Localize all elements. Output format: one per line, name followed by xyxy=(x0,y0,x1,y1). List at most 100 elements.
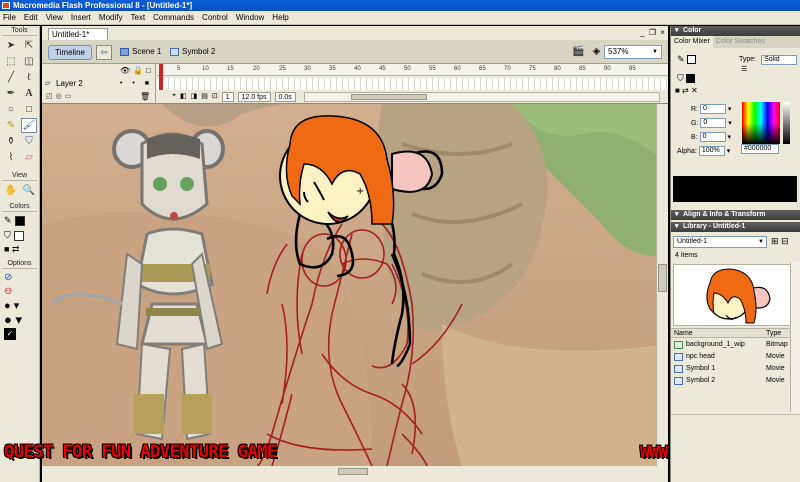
stage-vscroll-thumb[interactable] xyxy=(658,264,667,292)
library-item[interactable]: Symbol 2 Movie xyxy=(671,375,795,387)
library-scrollbar[interactable] xyxy=(790,262,800,412)
zoom-select[interactable]: 537% ▼ xyxy=(604,45,662,59)
brightness-slider[interactable] xyxy=(783,102,790,144)
library-item[interactable]: background_1_wip Bitmap xyxy=(671,339,795,351)
selection-tool-icon[interactable]: ➤ xyxy=(3,38,19,53)
library-document-select[interactable]: Untitled-1 ▼ xyxy=(673,236,767,248)
snap-icon[interactable]: ⊘ xyxy=(4,271,35,285)
document-tab[interactable]: Untitled-1* xyxy=(48,28,108,40)
fill-color-swatch[interactable] xyxy=(13,230,24,241)
lock-fill-icon[interactable]: ✓ xyxy=(4,328,16,340)
timeline-scroll-thumb[interactable] xyxy=(351,94,427,100)
breadcrumb-scene[interactable]: Scene 1 xyxy=(120,47,161,56)
tab-color-mixer[interactable]: Color Mixer xyxy=(671,36,713,48)
frame-cells[interactable] xyxy=(157,78,668,90)
menu-edit[interactable]: Edit xyxy=(20,11,42,25)
restore-doc-icon[interactable]: ❐ xyxy=(648,29,657,38)
menu-commands[interactable]: Commands xyxy=(149,11,198,25)
hex-field[interactable]: #000000 xyxy=(741,144,779,154)
oval-tool-icon[interactable]: ○ xyxy=(3,102,19,117)
mixer-small-icons[interactable]: ■ ⇄ ✕ xyxy=(675,86,698,95)
color-spectrum[interactable] xyxy=(742,102,780,144)
outline-icon[interactable]: □ xyxy=(146,66,154,75)
fill-transform-tool-icon[interactable]: ◫ xyxy=(21,54,37,69)
b-stepper-icon[interactable]: ▾ xyxy=(728,134,732,141)
brush-tool-icon[interactable]: 🖌 xyxy=(21,118,37,133)
ink-bottle-tool-icon[interactable]: ⚱ xyxy=(3,134,19,149)
stage-hscroll-thumb[interactable] xyxy=(338,468,368,475)
hand-tool-icon[interactable]: ✋ xyxy=(3,183,19,198)
stroke-color-swatch[interactable] xyxy=(14,215,25,226)
menu-window[interactable]: Window xyxy=(232,11,268,25)
b-field[interactable]: 0 xyxy=(699,132,726,142)
menu-file[interactable]: File xyxy=(0,11,20,25)
lasso-tool-icon[interactable]: ℓ xyxy=(21,70,37,85)
zoom-tool-icon[interactable]: 🔍 xyxy=(21,183,37,198)
add-layer-icon[interactable]: ◰ xyxy=(46,93,56,100)
pencil-tool-icon[interactable]: ✎ xyxy=(3,118,19,133)
g-field[interactable]: 0 xyxy=(700,118,727,128)
subselection-tool-icon[interactable]: ⇱ xyxy=(21,38,37,53)
breadcrumb-symbol[interactable]: Symbol 2 xyxy=(170,47,215,56)
library-item[interactable]: Symbol 1 Movie xyxy=(671,363,795,375)
layer-row[interactable]: ▱ Layer 2 • • ■ xyxy=(42,78,156,90)
close-doc-icon[interactable]: × xyxy=(658,29,667,38)
library-item[interactable]: npc head Movie xyxy=(671,351,795,363)
library-col-name[interactable]: Name xyxy=(674,329,693,339)
r-field[interactable]: 0 xyxy=(699,104,726,114)
edit-multiple-icon[interactable]: ▤ xyxy=(201,92,208,102)
stage-canvas[interactable]: + xyxy=(42,104,668,466)
center-frame-icon[interactable]: ⌖ xyxy=(172,92,176,102)
add-guide-icon[interactable]: ◎ xyxy=(56,93,65,100)
modify-markers-icon[interactable]: ⊡ xyxy=(212,92,218,102)
color-panel-header[interactable]: Color xyxy=(671,26,800,36)
menu-view[interactable]: View xyxy=(42,11,67,25)
stroke-pencil-icon[interactable]: ✎ xyxy=(677,54,697,65)
text-tool-icon[interactable]: A xyxy=(21,86,37,101)
delete-layer-icon[interactable]: 🗑 xyxy=(140,92,150,101)
back-arrow-icon[interactable]: ⇦ xyxy=(96,45,112,60)
menu-help[interactable]: Help xyxy=(268,11,292,25)
onion-skin-icon[interactable]: ◧ xyxy=(180,92,187,102)
lock-icon[interactable]: 🔒 xyxy=(133,66,146,75)
paint-bucket-tool-icon[interactable]: ⛉ xyxy=(21,134,37,149)
tab-color-swatches[interactable]: Color Swatches xyxy=(713,36,768,48)
stage-vertical-scrollbar[interactable] xyxy=(656,104,668,466)
eyedropper-tool-icon[interactable]: ⌇ xyxy=(3,150,19,165)
pen-tool-icon[interactable]: ✒ xyxy=(3,86,19,101)
pin-library-icon[interactable]: ⊞ ⊟ xyxy=(771,236,789,247)
alpha-stepper-icon[interactable]: ▾ xyxy=(727,148,731,155)
timeline-button[interactable]: Timeline xyxy=(48,45,92,60)
swap-colors-icon[interactable]: ■ ⇄ xyxy=(0,242,39,257)
free-transform-tool-icon[interactable]: ⬚ xyxy=(3,54,19,69)
panel-options-icon[interactable]: ☰ xyxy=(741,66,747,73)
type-select[interactable]: Solid xyxy=(761,55,798,65)
timeline-scrollbar[interactable] xyxy=(304,92,660,102)
minimize-doc-icon[interactable]: _ xyxy=(638,29,647,38)
eye-icon[interactable]: 👁 xyxy=(120,66,133,75)
onion-outline-icon[interactable]: ◨ xyxy=(191,92,198,102)
alpha-field[interactable]: 100% xyxy=(698,146,725,156)
library-col-type[interactable]: Type xyxy=(766,329,781,339)
brush-mode-select[interactable]: ● ▾ xyxy=(4,299,35,313)
align-panel-header[interactable]: Align & Info & Transform xyxy=(671,210,800,220)
menu-modify[interactable]: Modify xyxy=(95,11,127,25)
library-panel-header[interactable]: Library - Untitled-1 xyxy=(671,222,800,232)
g-stepper-icon[interactable]: ▾ xyxy=(728,120,732,127)
fill-bucket-icon[interactable]: ⛉ xyxy=(677,73,696,84)
smooth-icon[interactable]: ⊖ xyxy=(4,285,35,299)
edit-symbols-icon[interactable]: ◈ xyxy=(590,46,603,58)
menu-insert[interactable]: Insert xyxy=(67,11,95,25)
edit-scene-icon[interactable]: 🎬 xyxy=(572,46,585,58)
brush-size-select[interactable]: ● ▾ xyxy=(4,313,35,327)
eraser-tool-icon[interactable]: ▱ xyxy=(21,150,37,165)
playhead[interactable] xyxy=(159,64,163,90)
rectangle-tool-icon[interactable]: □ xyxy=(21,102,37,117)
r-stepper-icon[interactable]: ▾ xyxy=(728,106,732,113)
menu-text[interactable]: Text xyxy=(126,11,149,25)
menu-control[interactable]: Control xyxy=(198,11,232,25)
line-tool-icon[interactable]: ╱ xyxy=(3,70,19,85)
frame-ruler[interactable]: 1 5 10 15 20 25 30 35 40 45 50 55 60 65 … xyxy=(157,64,668,76)
add-folder-icon[interactable]: ▭ xyxy=(65,93,75,100)
stage-horizontal-scrollbar[interactable] xyxy=(42,466,668,482)
